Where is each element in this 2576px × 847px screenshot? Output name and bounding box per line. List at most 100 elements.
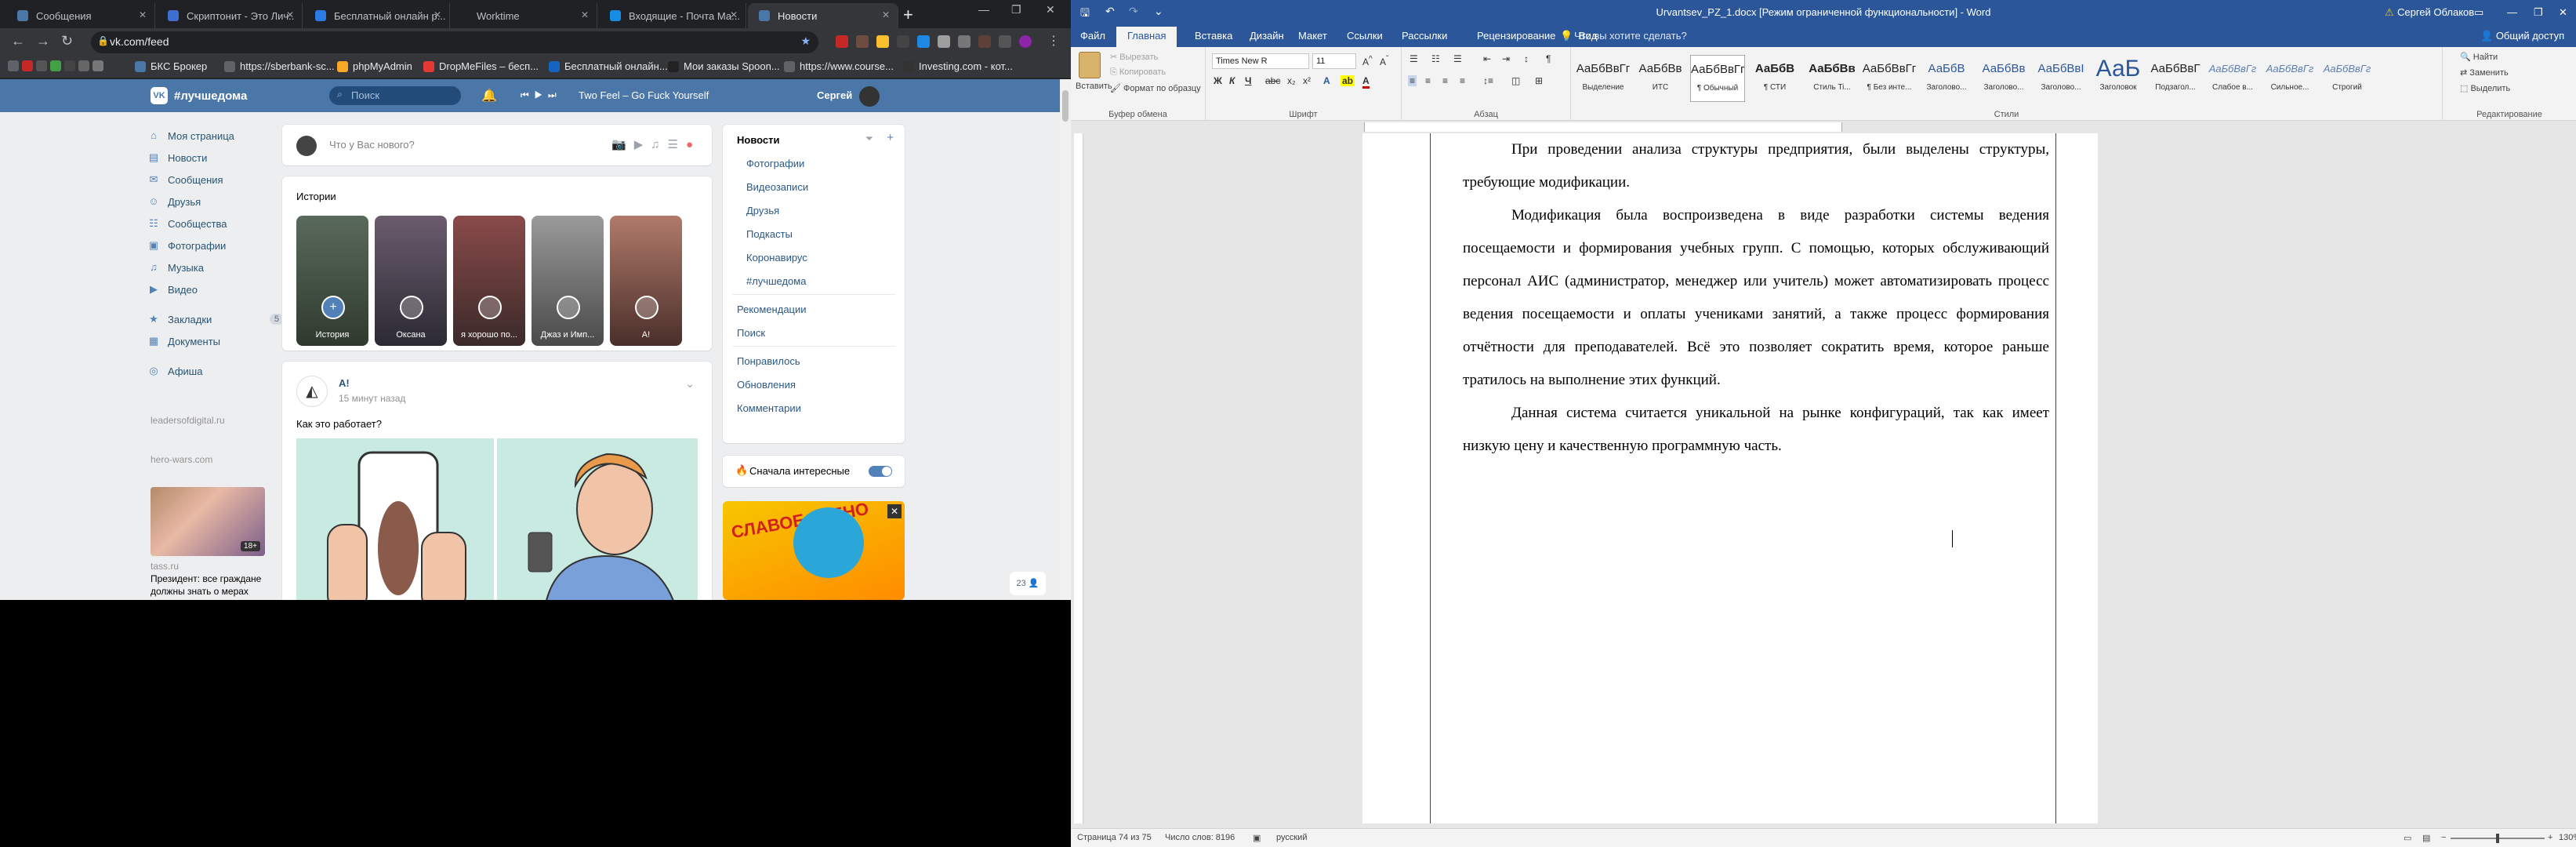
superscript-icon[interactable]: x²	[1303, 75, 1311, 86]
feed-nav-item[interactable]: Видеозаписи	[746, 181, 808, 193]
minimize-icon[interactable]: —	[978, 3, 989, 16]
interest-toggle[interactable]	[869, 466, 892, 477]
reload-icon[interactable]: ↻	[61, 33, 73, 49]
sidebar-item[interactable]: ⌂ Моя страница	[147, 125, 285, 147]
new-post-box[interactable]: Что у Вас нового? 📷▶♫☰●	[282, 125, 712, 165]
extension-icon[interactable]	[978, 35, 991, 48]
style-item[interactable]: АаБбВвГг Строгий	[2320, 55, 2375, 102]
side-ad-link[interactable]: leadersofdigital.ru	[151, 415, 225, 426]
align-center-icon[interactable]: ≡	[1425, 75, 1431, 86]
bookmark-link[interactable]: DropMeFiles – бесп...	[423, 60, 539, 72]
feed-nav-item[interactable]: Понравилось	[737, 355, 800, 367]
proofing-icon[interactable]: ▣	[1253, 833, 1261, 843]
extension-icon[interactable]	[876, 35, 889, 48]
style-item[interactable]: АаБбВвГг ¶ Без инте...	[1862, 55, 1917, 102]
maximize-icon[interactable]: ❐	[2534, 6, 2543, 19]
back-icon[interactable]: ←	[11, 33, 25, 49]
user-name[interactable]: Сергей Облаков	[2397, 6, 2474, 18]
feed-nav-item[interactable]: Рекомендации	[737, 304, 807, 315]
sort-icon[interactable]: ↕	[1524, 53, 1529, 64]
style-item[interactable]: АаБбВ Заголово...	[1919, 55, 1974, 102]
borders-icon[interactable]: ⊞	[1535, 75, 1543, 86]
ad-text[interactable]: должны знать о мерах	[151, 586, 249, 597]
shrink-font-icon[interactable]: Aˇ	[1380, 55, 1388, 67]
bookmark-icon[interactable]	[93, 60, 108, 71]
sidebar-item[interactable]: ▤ Новости	[147, 147, 285, 169]
align-left-icon[interactable]: ≡	[1408, 75, 1417, 86]
print-layout-icon[interactable]: ▤	[2422, 833, 2430, 843]
horizontal-ruler[interactable]	[1071, 122, 2576, 133]
numbering-icon[interactable]: ☷	[1431, 53, 1440, 64]
maximize-icon[interactable]: ❐	[1011, 3, 1021, 16]
ribbon-tab[interactable]: Ссылки	[1347, 30, 1383, 42]
line-spacing-icon[interactable]: ↕≡	[1483, 75, 1493, 86]
side-ad-link[interactable]: hero-wars.com	[151, 454, 212, 465]
bookmark-icon[interactable]	[36, 60, 52, 71]
select-button[interactable]: ⬚ Выделить	[2460, 83, 2510, 93]
vk-search-input[interactable]: ⌕ Поиск	[329, 86, 461, 105]
sidebar-item[interactable]: ▶ Видео	[147, 278, 285, 300]
style-item[interactable]: АаБбВв Заголово...	[1976, 55, 2031, 102]
ad-banner[interactable]: СЛАВОЕ ЗВЕНО ✕	[723, 501, 905, 600]
read-mode-icon[interactable]: ▭	[2404, 833, 2411, 843]
filter-icon[interactable]: ⏷	[865, 133, 873, 145]
bookmark-link[interactable]: Бесплатный онлайн...	[549, 60, 668, 72]
word-count[interactable]: Число слов: 8196	[1165, 833, 1235, 842]
justify-icon[interactable]: ≡	[1460, 75, 1465, 86]
sidebar-item[interactable]: ♫ Музыка	[147, 256, 285, 278]
strikethrough-icon[interactable]: abc	[1265, 75, 1280, 86]
story-card[interactable]: + История	[296, 216, 368, 346]
paragraph[interactable]: Модификация была воспроизведена в виде р…	[1463, 199, 2049, 397]
close-window-icon[interactable]: ✕	[2559, 6, 2567, 19]
format-painter-button[interactable]: 🖌 Формат по образцу	[1110, 83, 1201, 93]
close-icon[interactable]: ✕	[581, 9, 589, 20]
feed-nav-item[interactable]: Комментарии	[737, 402, 801, 414]
style-item[interactable]: АаБбВвГг Сильное...	[2262, 55, 2317, 102]
ad-text[interactable]: Президент: все граждане	[151, 573, 261, 584]
grow-font-icon[interactable]: A^	[1362, 55, 1373, 67]
browser-tab[interactable]: Worktime ✕	[452, 3, 597, 28]
style-item[interactable]: АаБбВвГг Выделение	[1576, 55, 1631, 102]
highlight-icon[interactable]: ab	[1341, 75, 1355, 86]
page-count[interactable]: Страница 74 из 75	[1077, 833, 1152, 842]
extension-icon[interactable]	[856, 35, 869, 48]
scrollbar[interactable]	[1060, 79, 1071, 600]
text-effects-icon[interactable]: A	[1323, 75, 1330, 86]
extension-icon[interactable]	[897, 35, 909, 48]
post-author[interactable]: A!	[339, 377, 350, 389]
bookmark-icon[interactable]	[8, 60, 24, 71]
font-name-select[interactable]: Times New R	[1212, 53, 1309, 69]
zoom-out-icon[interactable]: −	[2441, 833, 2446, 842]
feed-nav-item[interactable]: Друзья	[746, 205, 779, 216]
ribbon-tab[interactable]: Вид	[1579, 30, 1598, 42]
copy-button[interactable]: ⎘ Копировать	[1110, 67, 1166, 78]
feed-nav-item[interactable]: Коронавирус	[746, 252, 807, 264]
story-card[interactable]: A!	[610, 216, 682, 346]
ad-image[interactable]: 18+	[151, 487, 265, 556]
subscript-icon[interactable]: x₂	[1287, 75, 1296, 86]
multilevel-list-icon[interactable]: ☰	[1453, 53, 1462, 64]
bookmark-link[interactable]: Investing.com - кот...	[903, 60, 1013, 72]
close-icon[interactable]: ✕	[434, 9, 441, 20]
zoom-level[interactable]: 130%	[2559, 833, 2576, 842]
bullets-icon[interactable]: ☰	[1410, 53, 1418, 64]
shading-icon[interactable]: ◫	[1511, 75, 1520, 86]
zoom-in-icon[interactable]: +	[2548, 833, 2552, 842]
feed-nav-item[interactable]: Новости	[737, 134, 780, 146]
post-time[interactable]: 15 минут назад	[339, 393, 405, 404]
close-icon[interactable]: ✕	[286, 9, 294, 20]
sidebar-item[interactable]: ◎ Афиша	[147, 360, 285, 382]
ribbon-tab[interactable]: Файл	[1080, 30, 1105, 42]
extension-icon[interactable]	[917, 35, 930, 48]
ribbon-tab[interactable]: Главная	[1116, 27, 1177, 47]
ad-source[interactable]: tass.ru	[151, 561, 179, 572]
language[interactable]: русский	[1276, 833, 1307, 842]
story-card[interactable]: Оксана	[375, 216, 447, 346]
browser-tab-active[interactable]: Новости ✕	[748, 3, 898, 28]
chevron-down-icon[interactable]: ⌄	[685, 377, 695, 391]
align-right-icon[interactable]: ≡	[1442, 75, 1448, 86]
ribbon-tab[interactable]: Вставка	[1195, 30, 1232, 42]
style-item[interactable]: АаБбВвГ Подзагол...	[2148, 55, 2203, 102]
story-card[interactable]: Джаз и Имп...	[532, 216, 604, 346]
sidebar-item[interactable]: ✉ Сообщения	[147, 169, 285, 191]
